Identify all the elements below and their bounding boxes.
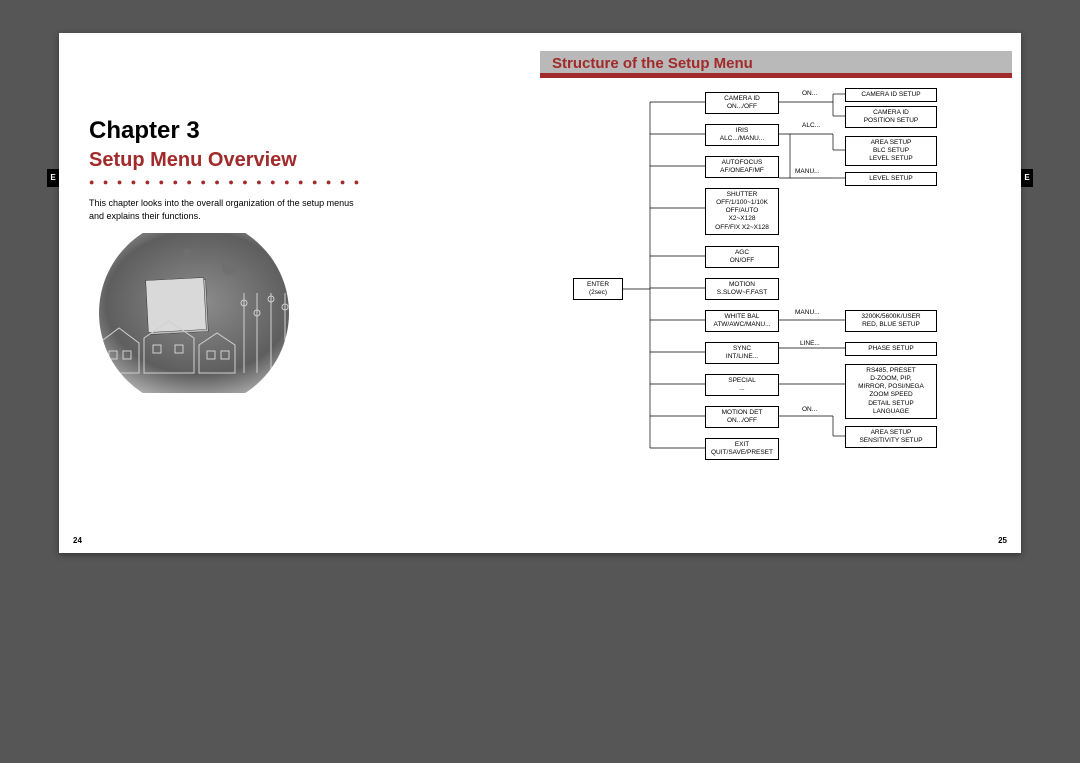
node-phase: PHASE SETUP xyxy=(845,342,937,356)
node-special: SPECIAL ... xyxy=(705,374,779,396)
header-maroon-bar xyxy=(540,73,1012,78)
page-number-left: 24 xyxy=(73,536,82,545)
node-motion: MOTION S.SLOW~F.FAST xyxy=(705,278,779,300)
node-agc: AGC ON/OFF xyxy=(705,246,779,268)
right-page-title: Structure of the Setup Menu xyxy=(552,55,753,72)
node-whitebal: WHITE BAL ATW/AWC/MANU... xyxy=(705,310,779,332)
node-cam-id-setup: CAMERA ID SETUP xyxy=(845,88,937,102)
label-manu2: MANU... xyxy=(795,309,820,316)
node-md-out: AREA SETUP SENSITIVITY SETUP xyxy=(845,426,937,448)
node-shutter: SHUTTER OFF/1/100~1/10K OFF/AUTO X2~X128… xyxy=(705,188,779,235)
label-alc: ALC... xyxy=(802,122,820,129)
label-on2: ON... xyxy=(802,406,817,413)
decorative-illustration xyxy=(89,233,299,393)
page-number-right: 25 xyxy=(998,536,1007,545)
side-tab-left: E xyxy=(47,169,59,187)
label-manu1: MANU... xyxy=(795,168,820,175)
node-exit: EXIT QUIT/SAVE/PRESET xyxy=(705,438,779,460)
node-wb-user: 3200K/5600K/USER RED, BLUE SETUP xyxy=(845,310,937,332)
node-autofocus: AUTOFOCUS AF/ONEAF/MF xyxy=(705,156,779,178)
node-enter: ENTER (2sec) xyxy=(573,278,623,300)
node-iris: IRIS ALC.../MANU... xyxy=(705,124,779,146)
subtitle: Setup Menu Overview xyxy=(89,149,297,172)
node-level: LEVEL SETUP xyxy=(845,172,937,186)
node-special-out: RS485, PRESET D-ZOOM, PIP, MIRROR, POSI/… xyxy=(845,364,937,419)
divider-dots: ● ● ● ● ● ● ● ● ● ● ● ● ● ● ● ● ● ● ● ● … xyxy=(89,177,359,187)
node-camera-id: CAMERA ID ON.../OFF xyxy=(705,92,779,114)
label-on1: ON... xyxy=(802,90,817,97)
node-cam-pos: CAMERA ID POSITION SETUP xyxy=(845,106,937,128)
node-area-blc: AREA SETUP BLC SETUP LEVEL SETUP xyxy=(845,136,937,166)
label-line: LINE... xyxy=(800,340,820,347)
chapter-title: Chapter 3 xyxy=(89,117,200,145)
side-tab-right: E xyxy=(1021,169,1033,187)
node-sync: SYNC INT/LINE... xyxy=(705,342,779,364)
node-motiondet: MOTION DET ON.../OFF xyxy=(705,406,779,428)
intro-paragraph: This chapter looks into the overall orga… xyxy=(89,197,369,222)
setup-menu-diagram: ENTER (2sec) CAMERA ID ON.../OFF IRIS AL… xyxy=(540,88,1021,508)
